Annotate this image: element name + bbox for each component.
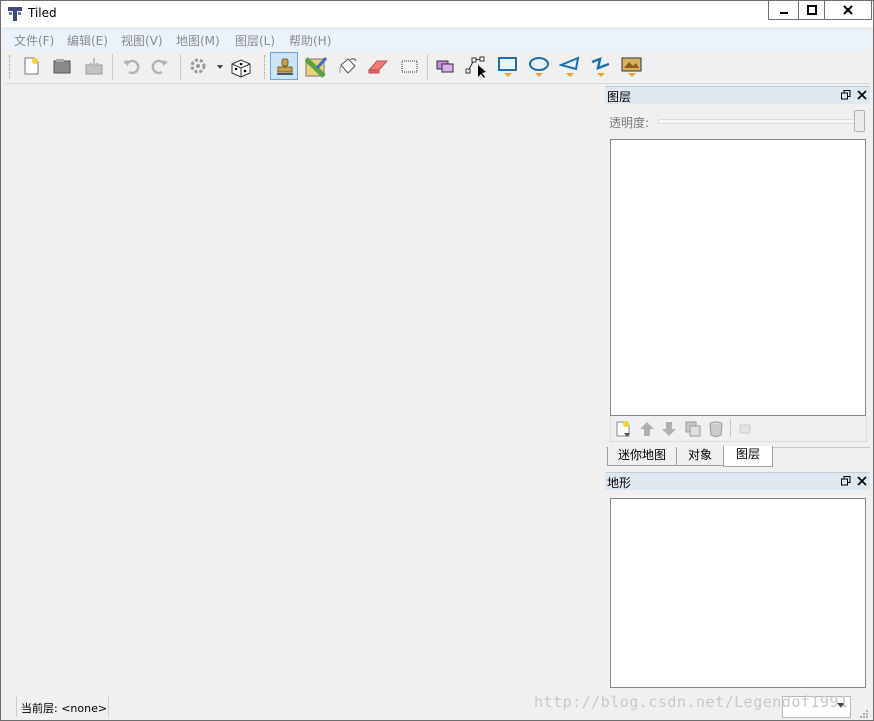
close-window-button[interactable] — [824, 1, 872, 20]
select-objects-icon — [436, 60, 454, 73]
menu-layer[interactable]: 图层(L) — [235, 32, 275, 49]
close-dock-icon[interactable] — [857, 476, 867, 486]
opacity-label: 透明度: — [609, 116, 650, 130]
menu-edit[interactable]: 编辑(E) — [67, 32, 108, 49]
stamp-brush-icon — [277, 58, 293, 75]
redo-button[interactable] — [148, 54, 172, 78]
duplicate-layer-button[interactable] — [684, 420, 702, 438]
rectangle-select-icon — [401, 60, 418, 73]
lower-layer-button[interactable] — [660, 420, 678, 438]
insert-tile-icon — [621, 57, 642, 77]
main-window: Tiled 文件(F) 编辑(E) 视图(V) 地图(M) 图层(L) 帮助(H… — [0, 0, 874, 721]
open-map-button[interactable] — [50, 54, 74, 78]
terrain-list[interactable] — [610, 498, 866, 688]
tab-objects[interactable]: 对象 — [676, 447, 724, 466]
arrow-up-icon — [640, 422, 654, 436]
bucket-fill-icon — [339, 58, 357, 74]
save-map-icon — [85, 58, 103, 75]
tab-minimap[interactable]: 迷你地图 — [607, 447, 677, 466]
tab-layers[interactable]: 图层 — [723, 446, 773, 467]
close-icon — [843, 5, 853, 15]
opacity-slider-track[interactable] — [658, 119, 862, 124]
raise-layer-button[interactable] — [638, 420, 656, 438]
undo-icon — [123, 59, 140, 75]
insert-ellipse-icon — [529, 57, 549, 77]
open-map-icon — [53, 59, 71, 74]
window-title: Tiled — [28, 6, 57, 20]
duplicate-layer-icon — [685, 421, 701, 437]
menu-view[interactable]: 视图(V) — [121, 32, 163, 49]
new-map-icon — [24, 57, 39, 75]
insert-polyline-icon — [591, 57, 610, 77]
layers-dock-header: 图层 — [605, 86, 870, 104]
new-layer-icon — [616, 421, 630, 437]
watermark-text: http://blog.csdn.net/Legendof1991 — [534, 693, 849, 711]
minimize-button[interactable] — [768, 1, 800, 20]
select-objects-button[interactable] — [433, 54, 457, 78]
edit-polygons-button[interactable] — [463, 54, 487, 78]
save-map-button[interactable] — [82, 54, 106, 78]
random-mode-button[interactable] — [228, 54, 252, 78]
map-view[interactable] — [7, 85, 601, 689]
undo-button[interactable] — [119, 54, 143, 78]
rectangle-select-button[interactable] — [397, 54, 421, 78]
menu-help[interactable]: 帮助(H) — [289, 32, 331, 49]
eraser-icon — [367, 60, 389, 74]
main-toolbar — [5, 50, 870, 84]
title-bar: Tiled — [1, 1, 873, 27]
resize-grip-icon[interactable] — [859, 709, 869, 719]
menu-bar: 文件(F) 编辑(E) 视图(V) 地图(M) 图层(L) 帮助(H) — [5, 28, 870, 50]
status-separator — [108, 696, 109, 717]
delete-layer-button[interactable] — [707, 420, 725, 438]
close-dock-icon[interactable] — [857, 90, 867, 100]
toolbar-separator — [112, 54, 113, 80]
bucket-fill-button[interactable] — [335, 54, 359, 78]
maximize-button[interactable] — [798, 1, 826, 20]
arrow-down-icon — [662, 422, 676, 436]
random-dice-icon — [231, 59, 251, 78]
insert-polyline-button[interactable] — [588, 54, 612, 78]
minimize-icon — [780, 12, 788, 14]
redo-icon — [151, 59, 168, 75]
toggle-visibility-button[interactable] — [736, 420, 754, 438]
opacity-slider-handle[interactable] — [854, 110, 865, 132]
float-dock-icon[interactable] — [841, 476, 851, 486]
menu-map[interactable]: 地图(M) — [176, 32, 220, 49]
new-map-button[interactable] — [19, 54, 43, 78]
stamp-brush-button[interactable] — [270, 52, 298, 80]
new-layer-button[interactable] — [615, 420, 633, 438]
insert-polygon-icon — [559, 56, 580, 77]
dock-tab-bar: 迷你地图 对象 图层 — [606, 446, 870, 468]
terrain-dock-title: 地形 — [607, 476, 632, 490]
command-gear-icon — [190, 58, 223, 74]
insert-ellipse-button[interactable] — [526, 54, 550, 78]
toolbar-grip[interactable] — [264, 55, 267, 79]
float-dock-icon[interactable] — [841, 90, 851, 100]
insert-polygon-button[interactable] — [557, 54, 581, 78]
menu-file[interactable]: 文件(F) — [14, 32, 54, 49]
terrain-brush-icon — [305, 56, 327, 78]
current-layer-status: 当前层: <none> — [21, 702, 108, 715]
terrain-brush-button[interactable] — [303, 54, 327, 78]
trash-icon — [709, 421, 723, 437]
insert-rectangle-icon — [498, 57, 517, 77]
terrain-dock-header: 地形 — [605, 472, 870, 490]
layers-toolbar — [610, 416, 867, 442]
toolbar-separator — [180, 54, 181, 80]
layers-dock-title: 图层 — [607, 90, 632, 104]
layers-list[interactable] — [610, 139, 866, 416]
insert-rectangle-button[interactable] — [495, 54, 519, 78]
eraser-button[interactable] — [365, 54, 389, 78]
commands-button[interactable] — [187, 54, 223, 78]
tiled-app-icon — [8, 7, 22, 21]
layers-toolbar-separator — [730, 419, 731, 437]
layer-visibility-icon — [739, 424, 751, 434]
status-separator — [16, 696, 17, 717]
insert-tile-button[interactable] — [619, 54, 643, 78]
toolbar-grip[interactable] — [9, 55, 12, 79]
maximize-icon — [807, 5, 817, 15]
toolbar-separator — [427, 54, 428, 80]
edit-polygons-icon — [465, 56, 486, 78]
